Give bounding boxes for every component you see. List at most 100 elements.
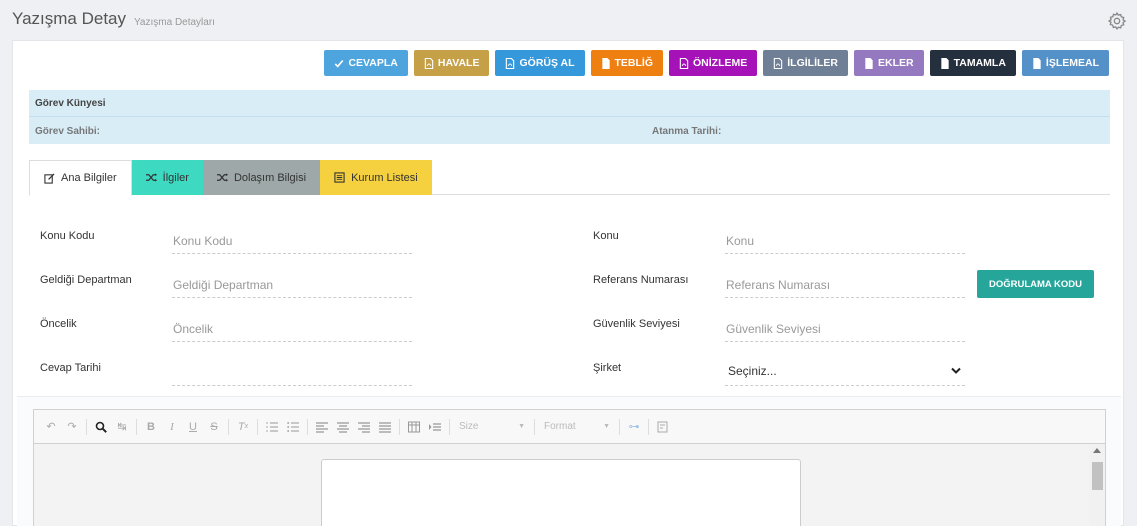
cevap-tarihi-input[interactable]	[172, 356, 412, 386]
pdf-icon	[506, 57, 515, 69]
editor-scrollbar[interactable]	[1089, 444, 1105, 526]
underline-icon[interactable]: U	[184, 418, 202, 436]
referans-numarasi-input[interactable]	[725, 268, 965, 298]
bulleted-list-icon[interactable]	[284, 418, 302, 436]
detail-card: CEVAPLA HAVALE GÖRÜŞ AL TEBLİĞ ÖNİZLEME …	[12, 40, 1124, 526]
islemeal-button[interactable]: İŞLEMEAL	[1021, 50, 1109, 76]
check-icon	[335, 59, 344, 68]
kunye-divider	[29, 116, 1110, 117]
gorus-al-button[interactable]: GÖRÜŞ AL	[495, 50, 585, 76]
page-title: Yazışma Detay	[12, 9, 127, 28]
format-label: Format	[544, 421, 576, 432]
editor-content-area[interactable]	[34, 444, 1105, 526]
cevap-tarihi-label: Cevap Tarihi	[40, 362, 101, 374]
toolbar-separator	[449, 418, 450, 435]
teblig-button[interactable]: TEBLİĞ	[590, 50, 664, 76]
gear-icon[interactable]	[1107, 11, 1127, 31]
sirket-selected-value: Seçiniz...	[728, 364, 777, 378]
bold-icon[interactable]: B	[142, 418, 160, 436]
kunye-title: Görev Künyesi	[35, 98, 106, 109]
konu-kodu-label: Konu Kodu	[40, 230, 95, 242]
oncelik-input[interactable]	[172, 312, 412, 342]
numbered-list-icon[interactable]	[263, 418, 281, 436]
referans-numarasi-label: Referans Numarası	[593, 274, 689, 286]
editor-toolbar: ↶ ↷ ↹ B I U S Tx Size ▼ Format ▼ ⊶	[34, 410, 1105, 444]
align-left-icon[interactable]	[313, 418, 331, 436]
gorus-al-label: GÖRÜŞ AL	[519, 57, 575, 69]
guvenlik-seviyesi-input[interactable]	[725, 312, 965, 342]
toolbar-separator	[534, 418, 535, 435]
cevapla-label: CEVAPLA	[348, 57, 398, 69]
tab-bar: Ana Bilgiler İlgiler Dolaşım Bilgisi Kur…	[29, 160, 1110, 196]
toolbar-separator	[228, 418, 229, 435]
tab-ana-bilgiler[interactable]: Ana Bilgiler	[29, 160, 132, 196]
edit-icon	[44, 172, 55, 184]
guvenlik-seviyesi-label: Güvenlik Seviyesi	[593, 318, 680, 330]
scrollbar-thumb[interactable]	[1092, 462, 1103, 490]
ekler-label: EKLER	[878, 57, 914, 69]
ilgililer-button[interactable]: İLGİLİLER	[763, 50, 849, 76]
onizleme-button[interactable]: ÖNİZLEME	[669, 50, 758, 76]
tab-ilgiler[interactable]: İlgiler	[131, 160, 203, 195]
teblig-label: TEBLİĞ	[614, 57, 654, 69]
align-center-icon[interactable]	[334, 418, 352, 436]
atanma-tarihi-label: Atanma Tarihi:	[652, 126, 722, 137]
toolbar-separator	[86, 418, 87, 435]
indent-icon[interactable]	[426, 418, 444, 436]
konu-input[interactable]	[725, 224, 965, 254]
editor-page[interactable]	[321, 459, 801, 526]
align-justify-icon[interactable]	[376, 418, 394, 436]
konu-label: Konu	[593, 230, 619, 242]
format-dropdown[interactable]: Format ▼	[540, 418, 614, 436]
shuffle-icon	[216, 173, 228, 182]
cevapla-button[interactable]: CEVAPLA	[324, 50, 408, 76]
geldigi-departman-input[interactable]	[172, 268, 412, 298]
tamamla-label: TAMAMLA	[953, 57, 1006, 69]
table-icon[interactable]	[405, 418, 423, 436]
list-icon	[334, 172, 345, 183]
ilgililer-label: İLGİLİLER	[787, 57, 839, 69]
oncelik-label: Öncelik	[40, 318, 77, 330]
scroll-up-icon[interactable]	[1093, 448, 1101, 453]
toolbar-separator	[257, 418, 258, 435]
rich-text-editor: ↶ ↷ ↹ B I U S Tx Size ▼ Format ▼ ⊶	[33, 409, 1106, 526]
sirket-label: Şirket	[593, 362, 622, 374]
replace-icon[interactable]: ↹	[113, 418, 131, 436]
toolbar-separator	[136, 418, 137, 435]
action-toolbar: CEVAPLA HAVALE GÖRÜŞ AL TEBLİĞ ÖNİZLEME …	[324, 50, 1109, 76]
find-icon[interactable]	[92, 418, 110, 436]
redo-icon[interactable]: ↷	[63, 418, 81, 436]
ekler-button[interactable]: EKLER	[854, 50, 924, 76]
source-code-icon[interactable]	[654, 418, 672, 436]
dogrulama-kodu-button[interactable]: DOĞRULAMA KODU	[977, 270, 1094, 298]
remove-format-icon[interactable]: Tx	[234, 418, 252, 436]
tab-dolasim-bilgisi[interactable]: Dolaşım Bilgisi	[202, 160, 321, 195]
konu-kodu-input[interactable]	[172, 224, 412, 254]
tab-kurum-listesi[interactable]: Kurum Listesi	[320, 160, 432, 195]
editor-area: ↶ ↷ ↹ B I U S Tx Size ▼ Format ▼ ⊶	[17, 396, 1121, 526]
toolbar-separator	[307, 418, 308, 435]
onizleme-label: ÖNİZLEME	[693, 57, 748, 69]
strikethrough-icon[interactable]: S	[205, 418, 223, 436]
havale-button[interactable]: HAVALE	[413, 50, 490, 76]
align-right-icon[interactable]	[355, 418, 373, 436]
font-size-dropdown[interactable]: Size ▼	[455, 418, 529, 436]
italic-icon[interactable]: I	[163, 418, 181, 436]
file-icon	[940, 57, 949, 69]
toolbar-separator	[399, 418, 400, 435]
havale-label: HAVALE	[437, 57, 480, 69]
gorev-sahibi-label: Görev Sahibi:	[35, 126, 101, 137]
toolbar-separator	[619, 418, 620, 435]
shuffle-icon	[145, 173, 157, 182]
tamamla-button[interactable]: TAMAMLA	[929, 50, 1016, 76]
undo-icon[interactable]: ↶	[42, 418, 60, 436]
pdf-icon	[679, 57, 689, 69]
islemeal-label: İŞLEMEAL	[1045, 57, 1099, 69]
sirket-select[interactable]: Seçiniz...	[725, 356, 965, 386]
link-icon[interactable]: ⊶	[625, 418, 643, 436]
tab-ana-bilgiler-label: Ana Bilgiler	[61, 172, 117, 184]
geldigi-departman-label: Geldiği Departman	[40, 274, 132, 286]
font-size-label: Size	[459, 421, 479, 432]
gorev-kunyesi-panel: Görev Künyesi Görev Sahibi: Atanma Tarih…	[29, 90, 1110, 144]
caret-down-icon: ▼	[603, 423, 610, 430]
